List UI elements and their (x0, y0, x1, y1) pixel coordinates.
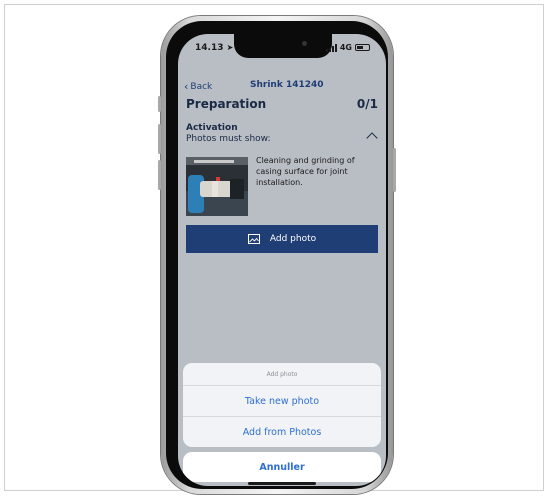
action-sheet: Add photo Take new photo Add from Photos (183, 363, 381, 447)
phone-device: 14.13 ➤ 4G ‹ Back Shrink 141240 Preparat… (158, 16, 396, 494)
add-photo-button[interactable]: Add photo (186, 225, 378, 253)
collapse-chevron-icon[interactable] (366, 132, 378, 144)
status-time: 14.13 ➤ (195, 43, 233, 53)
section-title: Activation (186, 123, 238, 133)
back-label: Back (190, 81, 213, 92)
add-from-photos-option[interactable]: Add from Photos (183, 417, 381, 447)
cancel-button[interactable]: Annuller (183, 452, 381, 482)
photo-count: 0/1 (356, 97, 378, 111)
battery-icon (355, 44, 370, 51)
status-indicators: 4G (325, 43, 370, 52)
take-new-photo-option[interactable]: Take new photo (183, 386, 381, 417)
network-label: 4G (339, 43, 352, 52)
signal-icon (325, 43, 337, 52)
image-icon (247, 234, 260, 244)
back-chevron-icon: ‹ (184, 80, 189, 93)
add-photo-label: Add photo (269, 234, 317, 244)
nav-title: Shrink 141240 (250, 80, 324, 90)
notch (234, 34, 332, 58)
photo-description: Cleaning and grinding of casing surface … (256, 156, 355, 187)
phone-screen: 14.13 ➤ 4G ‹ Back Shrink 141240 Preparat… (178, 34, 386, 486)
page-title: Preparation (186, 97, 267, 111)
volume-down-button (158, 160, 161, 190)
power-button (393, 148, 396, 192)
example-photo[interactable] (186, 157, 248, 216)
status-time-text: 14.13 (195, 43, 224, 53)
section-subtitle: Photos must show: (186, 134, 271, 144)
phone-bezel: 14.13 ➤ 4G ‹ Back Shrink 141240 Preparat… (166, 21, 388, 489)
action-sheet-header: Add photo (183, 363, 381, 386)
volume-up-button (158, 124, 161, 154)
location-arrow-icon: ➤ (226, 43, 234, 52)
back-button[interactable]: ‹ Back (184, 80, 212, 93)
home-indicator (248, 482, 316, 485)
mute-switch (158, 96, 161, 112)
